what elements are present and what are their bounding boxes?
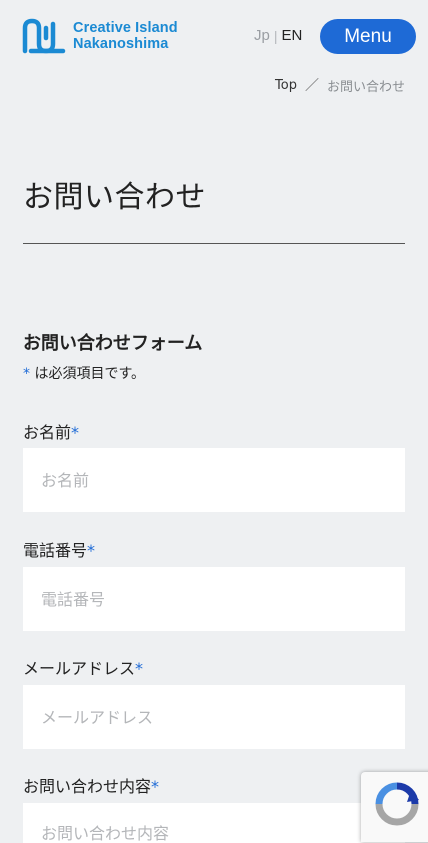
lang-en-link[interactable]: EN [281,27,302,44]
inquiry-label: お問い合わせ内容* [23,773,159,797]
menu-button[interactable]: Menu [320,19,416,54]
lang-jp-link[interactable]: Jp [254,27,270,44]
required-note-text: は必須項目です。 [34,366,146,382]
language-switcher: Jp | EN [254,27,302,44]
name-input[interactable] [23,448,405,512]
lang-separator: | [273,27,278,44]
email-label: メールアドレス* [23,655,143,679]
phone-label-text: 電話番号 [23,541,88,560]
phone-input[interactable] [23,567,405,631]
breadcrumb-top-link[interactable]: Top [275,78,297,93]
name-label: お名前* [23,419,79,443]
inquiry-input[interactable] [23,803,405,843]
required-asterisk: * [71,423,80,442]
phone-label: 電話番号* [23,537,95,561]
logo-line1: Creative Island [73,20,178,36]
required-asterisk: * [151,777,160,796]
breadcrumb: Top ／ お問い合わせ [275,75,405,95]
required-note: * は必須項目です。 [23,363,145,383]
email-input[interactable] [23,685,405,749]
breadcrumb-separator: ／ [304,78,319,94]
breadcrumb-current: お問い合わせ [326,79,405,95]
name-label-text: お名前 [23,423,72,442]
form-heading: お問い合わせフォーム [23,333,203,354]
inquiry-label-text: お問い合わせ内容 [23,777,152,796]
recaptcha-icon [375,782,419,826]
title-divider [23,243,405,244]
logo-line2: Nakanoshima [73,36,169,52]
required-asterisk: * [135,659,144,678]
site-logo[interactable]: Creative Island Nakanoshima [22,18,178,54]
email-label-text: メールアドレス [23,659,136,678]
page-title: お問い合わせ [23,180,206,215]
required-asterisk: * [23,366,30,382]
logo-text: Creative Island Nakanoshima [73,20,178,52]
recaptcha-badge[interactable] [361,772,428,842]
required-asterisk: * [87,541,96,560]
site-header: Creative Island Nakanoshima Jp | EN Menu [0,0,428,76]
logo-mark-icon [22,18,66,54]
